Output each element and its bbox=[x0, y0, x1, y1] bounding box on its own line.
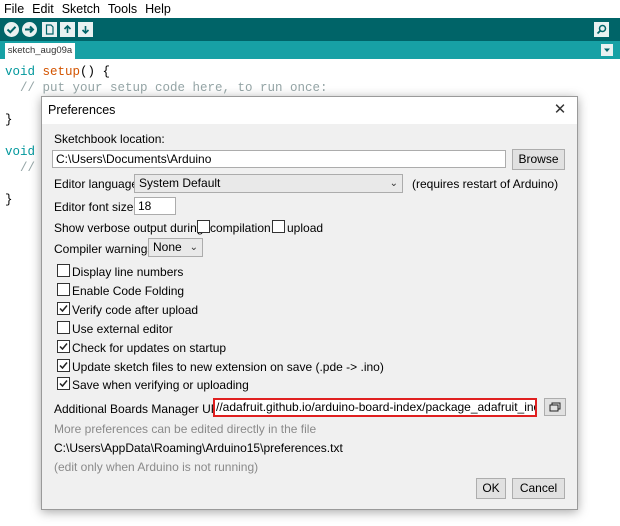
open-icon[interactable] bbox=[60, 22, 75, 37]
language-note: (requires restart of Arduino) bbox=[412, 177, 559, 191]
cancel-button[interactable]: Cancel bbox=[512, 478, 565, 499]
check-updates-checkbox[interactable] bbox=[57, 340, 70, 353]
edit-note: (edit only when Arduino is not running) bbox=[54, 460, 259, 474]
warnings-select[interactable]: None ⌄ bbox=[148, 238, 203, 257]
line-numbers-checkbox[interactable] bbox=[57, 264, 70, 277]
verify-upload-label: Verify code after upload bbox=[72, 303, 199, 317]
prefs-path: C:\Users\AppData\Roaming\Arduino15\prefe… bbox=[54, 441, 343, 455]
font-size-input[interactable]: 18 bbox=[134, 197, 176, 215]
tab-sketch[interactable]: sketch_aug09a bbox=[5, 43, 75, 59]
code-line-1: void setup() { bbox=[5, 65, 111, 79]
tab-bar: sketch_aug09a bbox=[0, 41, 620, 59]
browse-button[interactable]: Browse bbox=[512, 149, 565, 170]
new-icon[interactable] bbox=[42, 22, 57, 37]
close-icon[interactable]: ✕ bbox=[550, 101, 570, 119]
menu-sketch[interactable]: Sketch bbox=[58, 0, 104, 18]
upload-icon[interactable] bbox=[22, 22, 37, 37]
chevron-down-icon: ⌄ bbox=[389, 178, 398, 189]
menu-file[interactable]: File bbox=[0, 0, 28, 18]
check-updates-label: Check for updates on startup bbox=[72, 341, 227, 355]
code-line-3: } bbox=[5, 113, 13, 127]
sketchbook-label: Sketchbook location: bbox=[54, 132, 165, 146]
external-editor-checkbox[interactable] bbox=[57, 321, 70, 334]
verbose-label: Show verbose output during: bbox=[54, 221, 207, 235]
dialog-titlebar: Preferences ✕ bbox=[42, 97, 577, 124]
verify-icon[interactable] bbox=[4, 22, 19, 37]
menu-help[interactable]: Help bbox=[141, 0, 175, 18]
boards-url-input[interactable]: //adafruit.github.io/arduino-board-index… bbox=[213, 398, 537, 417]
boards-url-label: Additional Boards Manager URLs: bbox=[54, 402, 236, 416]
update-extension-label: Update sketch files to new extension on … bbox=[72, 360, 384, 374]
serial-monitor-icon[interactable] bbox=[594, 22, 609, 37]
more-prefs-note: More preferences can be edited directly … bbox=[54, 422, 317, 436]
language-value: System Default bbox=[139, 176, 221, 190]
open-list-button[interactable] bbox=[544, 398, 566, 416]
font-size-label: Editor font size: bbox=[54, 200, 137, 214]
toolbar bbox=[0, 18, 620, 41]
chevron-down-icon: ⌄ bbox=[189, 242, 198, 253]
upload-label: upload bbox=[287, 221, 324, 235]
preferences-dialog: Preferences ✕ Sketchbook location: C:\Us… bbox=[41, 96, 578, 510]
compilation-label: compilation bbox=[210, 221, 271, 235]
code-folding-label: Enable Code Folding bbox=[72, 284, 185, 298]
code-line-4: void bbox=[5, 145, 36, 159]
warnings-label: Compiler warnings: bbox=[54, 242, 157, 256]
tab-menu-icon[interactable] bbox=[601, 44, 613, 56]
code-line-6: } bbox=[5, 193, 13, 207]
menu-bar: File Edit Sketch Tools Help bbox=[0, 0, 620, 18]
save-verify-label: Save when verifying or uploading bbox=[72, 378, 249, 392]
save-icon[interactable] bbox=[78, 22, 93, 37]
warnings-value: None bbox=[153, 240, 182, 254]
menu-edit[interactable]: Edit bbox=[28, 0, 58, 18]
language-select[interactable]: System Default ⌄ bbox=[134, 174, 403, 193]
verify-upload-checkbox[interactable] bbox=[57, 302, 70, 315]
update-extension-checkbox[interactable] bbox=[57, 359, 70, 372]
language-label: Editor language: bbox=[54, 177, 142, 191]
dialog-title: Preferences bbox=[48, 103, 116, 117]
code-line-2: // put your setup code here, to run once… bbox=[20, 81, 328, 95]
code-folding-checkbox[interactable] bbox=[57, 283, 70, 296]
ok-button[interactable]: OK bbox=[476, 478, 506, 499]
save-verify-checkbox[interactable] bbox=[57, 377, 70, 390]
line-numbers-label: Display line numbers bbox=[72, 265, 184, 279]
upload-checkbox[interactable] bbox=[272, 220, 285, 233]
window-icon bbox=[549, 402, 561, 412]
external-editor-label: Use external editor bbox=[72, 322, 173, 336]
compilation-checkbox[interactable] bbox=[197, 220, 210, 233]
sketchbook-input[interactable]: C:\Users\Documents\Arduino bbox=[52, 150, 506, 168]
menu-tools[interactable]: Tools bbox=[104, 0, 141, 18]
